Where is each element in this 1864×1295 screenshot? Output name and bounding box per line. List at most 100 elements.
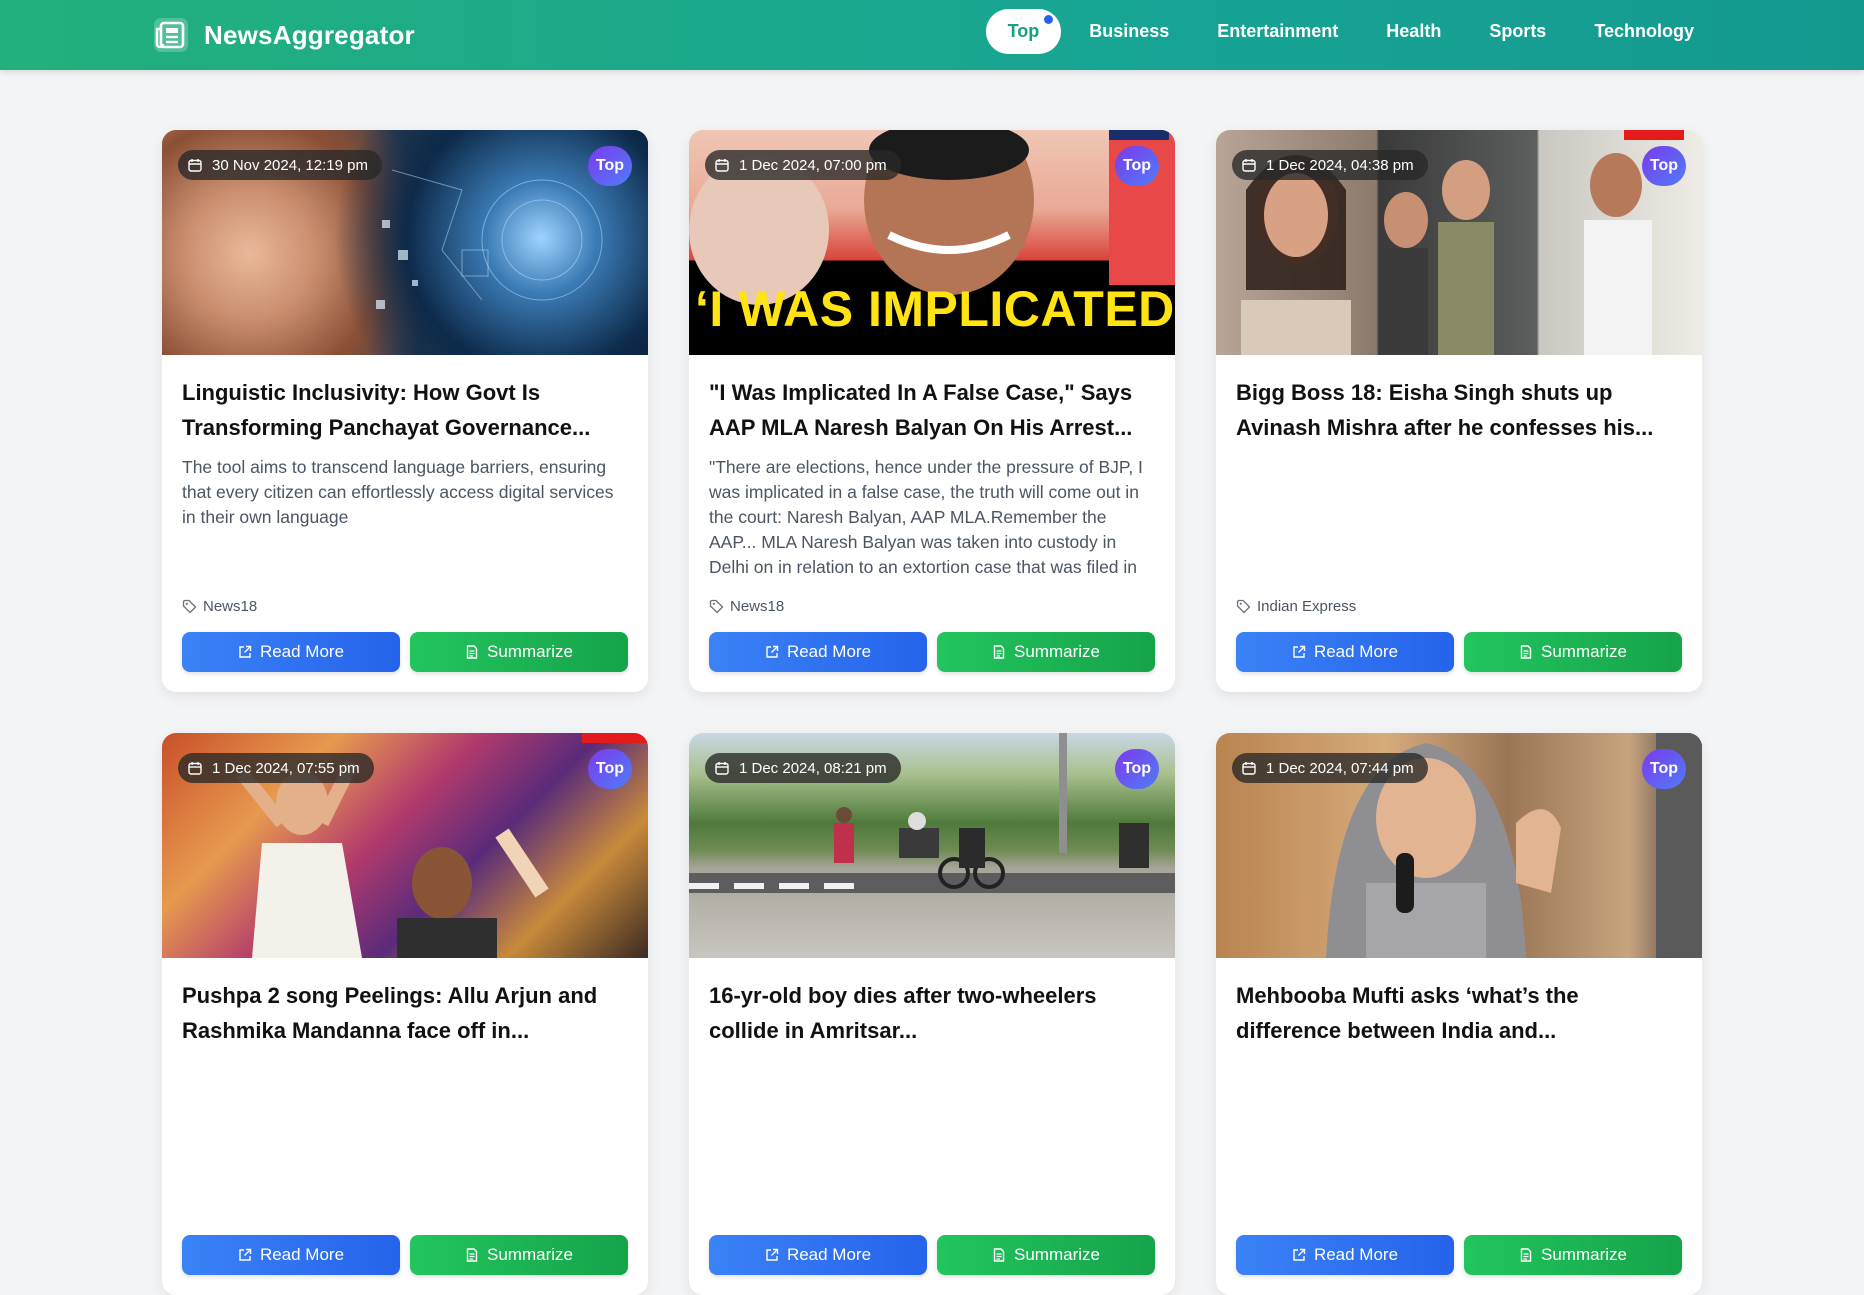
- article-body: "I Was Implicated In A False Case," Says…: [709, 375, 1155, 580]
- read-more-label: Read More: [786, 1245, 872, 1264]
- external-link-icon: [239, 645, 252, 658]
- category-badge: Top: [1642, 749, 1686, 789]
- document-icon: [466, 1248, 478, 1262]
- article-thumbnail[interactable]: ‘I WAS IMPLICATED 1 Dec 2024, 07:00 pm Top: [689, 130, 1175, 355]
- article-description: [182, 1058, 628, 1183]
- read-more-label: Read More: [259, 1245, 345, 1264]
- article-card[interactable]: 1 Dec 2024, 08:21 pm Top 16-yr-old boy die…: [689, 733, 1175, 1295]
- source-name: News18: [203, 598, 258, 615]
- article-body: Pushpa 2 song Peelings: Allu Arjun and R…: [182, 978, 628, 1183]
- article-body: Linguistic Inclusivity: How Govt Is Tran…: [182, 375, 628, 580]
- article-thumbnail[interactable]: 1 Dec 2024, 07:44 pm Top: [1216, 733, 1702, 958]
- article-title[interactable]: Bigg Boss 18: Eisha Singh shuts up Avina…: [1236, 375, 1682, 445]
- nav-tab-top[interactable]: Top: [985, 8, 1062, 54]
- article-body: Bigg Boss 18: Eisha Singh shuts up Avina…: [1236, 375, 1682, 580]
- external-link-icon: [766, 1248, 779, 1261]
- article-thumbnail[interactable]: 30 Nov 2024, 12:19 pm Top: [162, 130, 648, 355]
- news-grid: 30 Nov 2024, 12:19 pm Top Linguistic Inclu…: [162, 130, 1702, 1295]
- nav-tab-label: Top: [1007, 20, 1040, 41]
- document-icon: [993, 1248, 1005, 1262]
- article-card[interactable]: 30 Nov 2024, 12:19 pm Top Linguistic Inclu…: [162, 130, 648, 692]
- publish-date-pill: 1 Dec 2024, 07:55 pm: [178, 753, 374, 783]
- external-link-icon: [1293, 1248, 1306, 1261]
- read-more-label: Read More: [1313, 642, 1399, 661]
- summarize-label: Summarize: [487, 1245, 573, 1264]
- publish-date-pill: 30 Nov 2024, 12:19 pm: [178, 150, 382, 180]
- publish-date: 1 Dec 2024, 07:55 pm: [212, 759, 360, 777]
- tag-icon: [182, 599, 197, 614]
- calendar-icon: [188, 762, 202, 775]
- external-link-icon: [239, 1248, 252, 1261]
- publish-date: 1 Dec 2024, 07:00 pm: [739, 156, 887, 174]
- article-card[interactable]: 1 Dec 2024, 07:44 pm Top Mehbooba Mufti as…: [1216, 733, 1702, 1295]
- document-icon: [993, 645, 1005, 659]
- article-card[interactable]: 1 Dec 2024, 07:55 pm Top Pushpa 2 song Pee…: [162, 733, 648, 1295]
- category-badge: Top: [588, 749, 632, 789]
- summarize-button[interactable]: Summarize: [937, 1235, 1155, 1275]
- article-thumbnail[interactable]: 1 Dec 2024, 08:21 pm Top: [689, 733, 1175, 958]
- publish-date-pill: 1 Dec 2024, 08:21 pm: [705, 753, 901, 783]
- card-actions: Read More Summarize: [182, 1235, 628, 1275]
- card-actions: Read More Summarize: [709, 1235, 1155, 1275]
- article-title[interactable]: Linguistic Inclusivity: How Govt Is Tran…: [182, 375, 628, 445]
- nav-tab-entertainment[interactable]: Entertainment: [1197, 9, 1358, 54]
- read-more-label: Read More: [786, 642, 872, 661]
- read-more-button[interactable]: Read More: [709, 632, 927, 672]
- active-indicator-dot: [1044, 14, 1054, 24]
- summarize-button[interactable]: Summarize: [410, 632, 628, 672]
- nav-tab-sports[interactable]: Sports: [1469, 9, 1566, 54]
- nav-tab-label: Health: [1386, 20, 1442, 41]
- nav-tab-technology[interactable]: Technology: [1574, 9, 1714, 54]
- article-description: [1236, 455, 1682, 580]
- article-thumbnail[interactable]: 1 Dec 2024, 04:38 pm Top: [1216, 130, 1702, 355]
- summarize-button[interactable]: Summarize: [410, 1235, 628, 1275]
- nav-tab-business[interactable]: Business: [1069, 9, 1189, 54]
- card-actions: Read More Summarize: [182, 632, 628, 672]
- newspaper-icon: [154, 18, 188, 52]
- read-more-label: Read More: [1313, 1245, 1399, 1264]
- brand[interactable]: NewsAggregator: [152, 12, 415, 58]
- read-more-button[interactable]: Read More: [182, 632, 400, 672]
- publish-date: 30 Nov 2024, 12:19 pm: [212, 156, 368, 174]
- image-headline-text: ‘I WAS IMPLICATED: [695, 281, 1175, 337]
- publish-date-pill: 1 Dec 2024, 07:00 pm: [705, 150, 901, 180]
- publish-date-pill: 1 Dec 2024, 07:44 pm: [1232, 753, 1428, 783]
- publish-date: 1 Dec 2024, 04:38 pm: [1266, 156, 1414, 174]
- summarize-label: Summarize: [1014, 642, 1100, 661]
- summarize-button[interactable]: Summarize: [937, 632, 1155, 672]
- nav-tab-health[interactable]: Health: [1366, 9, 1461, 54]
- summarize-button[interactable]: Summarize: [1464, 1235, 1682, 1275]
- summarize-button[interactable]: Summarize: [1464, 632, 1682, 672]
- summarize-label: Summarize: [1541, 1245, 1627, 1264]
- publish-date: 1 Dec 2024, 07:44 pm: [1266, 759, 1414, 777]
- article-card[interactable]: 1 Dec 2024, 04:38 pm Top Bigg Boss 18: Eis…: [1216, 130, 1702, 692]
- card-actions: Read More Summarize: [709, 632, 1155, 672]
- article-thumbnail[interactable]: 1 Dec 2024, 07:55 pm Top: [162, 733, 648, 958]
- tag-icon: [709, 599, 724, 614]
- summarize-label: Summarize: [1541, 642, 1627, 661]
- article-title[interactable]: Mehbooba Mufti asks ‘what’s the differen…: [1236, 978, 1682, 1048]
- calendar-icon: [1242, 762, 1256, 775]
- tag-icon: [1236, 599, 1251, 614]
- nav-tab-label: Entertainment: [1217, 20, 1339, 41]
- category-nav: Top Business Entertainment Health Sports Tech…: [985, 8, 1714, 54]
- read-more-button[interactable]: Read More: [1236, 1235, 1454, 1275]
- nav-tab-label: Business: [1089, 20, 1170, 41]
- read-more-button[interactable]: Read More: [182, 1235, 400, 1275]
- brand-name: NewsAggregator: [204, 19, 415, 50]
- card-actions: Read More Summarize: [1236, 1235, 1682, 1275]
- calendar-icon: [715, 762, 729, 775]
- read-more-label: Read More: [259, 642, 345, 661]
- article-title[interactable]: "I Was Implicated In A False Case," Says…: [709, 375, 1155, 445]
- article-card[interactable]: ‘I WAS IMPLICATED 1 Dec 2024, 07:00 pm Top…: [689, 130, 1175, 692]
- article-description: [709, 1058, 1155, 1183]
- article-title[interactable]: Pushpa 2 song Peelings: Allu Arjun and R…: [182, 978, 628, 1048]
- article-source: News18: [182, 598, 257, 615]
- category-badge: Top: [1115, 749, 1159, 789]
- card-actions: Read More Summarize: [1236, 632, 1682, 672]
- read-more-button[interactable]: Read More: [1236, 632, 1454, 672]
- article-body: Mehbooba Mufti asks ‘what’s the differen…: [1236, 978, 1682, 1183]
- read-more-button[interactable]: Read More: [709, 1235, 927, 1275]
- nav-tab-label: Technology: [1594, 20, 1694, 41]
- article-title[interactable]: 16-yr-old boy dies after two-wheelers co…: [709, 978, 1155, 1048]
